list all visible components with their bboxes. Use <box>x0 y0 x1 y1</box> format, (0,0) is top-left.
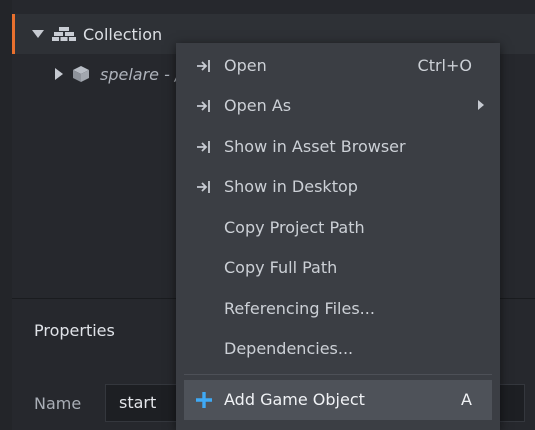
menu-item-copy-full-path[interactable]: Copy Full Path <box>176 248 500 288</box>
menu-item-label: Add Game Object <box>224 390 365 409</box>
menu-item-label: Open As <box>224 96 292 115</box>
submenu-arrow-icon <box>478 100 484 110</box>
open-arrow-icon <box>195 97 213 115</box>
menu-item-label: Dependencies... <box>224 339 354 358</box>
collection-icon <box>52 26 76 42</box>
editor-window: Collection spelare - / Properties Name s… <box>0 0 535 430</box>
left-gutter <box>0 0 12 430</box>
shortcut-label: Ctrl+O <box>417 56 472 75</box>
menu-item-open-as[interactable]: Open As <box>176 86 500 126</box>
menu-item-label: Copy Full Path <box>224 258 338 277</box>
collection-label: Collection <box>83 24 163 44</box>
name-label: Name <box>34 394 82 413</box>
plus-icon <box>195 391 213 409</box>
properties-title: Properties <box>34 321 115 340</box>
menu-item-label: Show in Desktop <box>224 177 358 196</box>
open-arrow-icon <box>195 138 213 156</box>
spelare-label: spelare - / <box>100 64 181 84</box>
menu-item-show-in-desktop[interactable]: Show in Desktop <box>176 167 500 207</box>
menu-separator <box>184 374 492 375</box>
menu-item-label: Show in Asset Browser <box>224 137 406 156</box>
expand-arrow-icon[interactable] <box>32 30 44 38</box>
menu-item-label: Open <box>224 56 267 75</box>
menu-item-open[interactable]: Open Ctrl+O <box>176 46 500 86</box>
shortcut-label: A <box>461 390 472 409</box>
context-menu: Open Ctrl+O Open As Show in Asset Browse… <box>176 43 500 430</box>
open-arrow-icon <box>195 178 213 196</box>
game-object-icon <box>72 65 90 83</box>
menu-item-dependencies[interactable]: Dependencies... <box>176 329 500 369</box>
menu-item-show-in-asset-browser[interactable]: Show in Asset Browser <box>176 127 500 167</box>
expand-arrow-icon[interactable] <box>55 68 63 80</box>
menu-item-label: Referencing Files... <box>224 299 375 318</box>
menu-item-add-game-object[interactable]: Add Game Object A <box>184 380 492 420</box>
menu-item-referencing-files[interactable]: Referencing Files... <box>176 289 500 329</box>
menu-item-copy-project-path[interactable]: Copy Project Path <box>176 208 500 248</box>
open-arrow-icon <box>195 57 213 75</box>
menu-item-label: Copy Project Path <box>224 218 365 237</box>
